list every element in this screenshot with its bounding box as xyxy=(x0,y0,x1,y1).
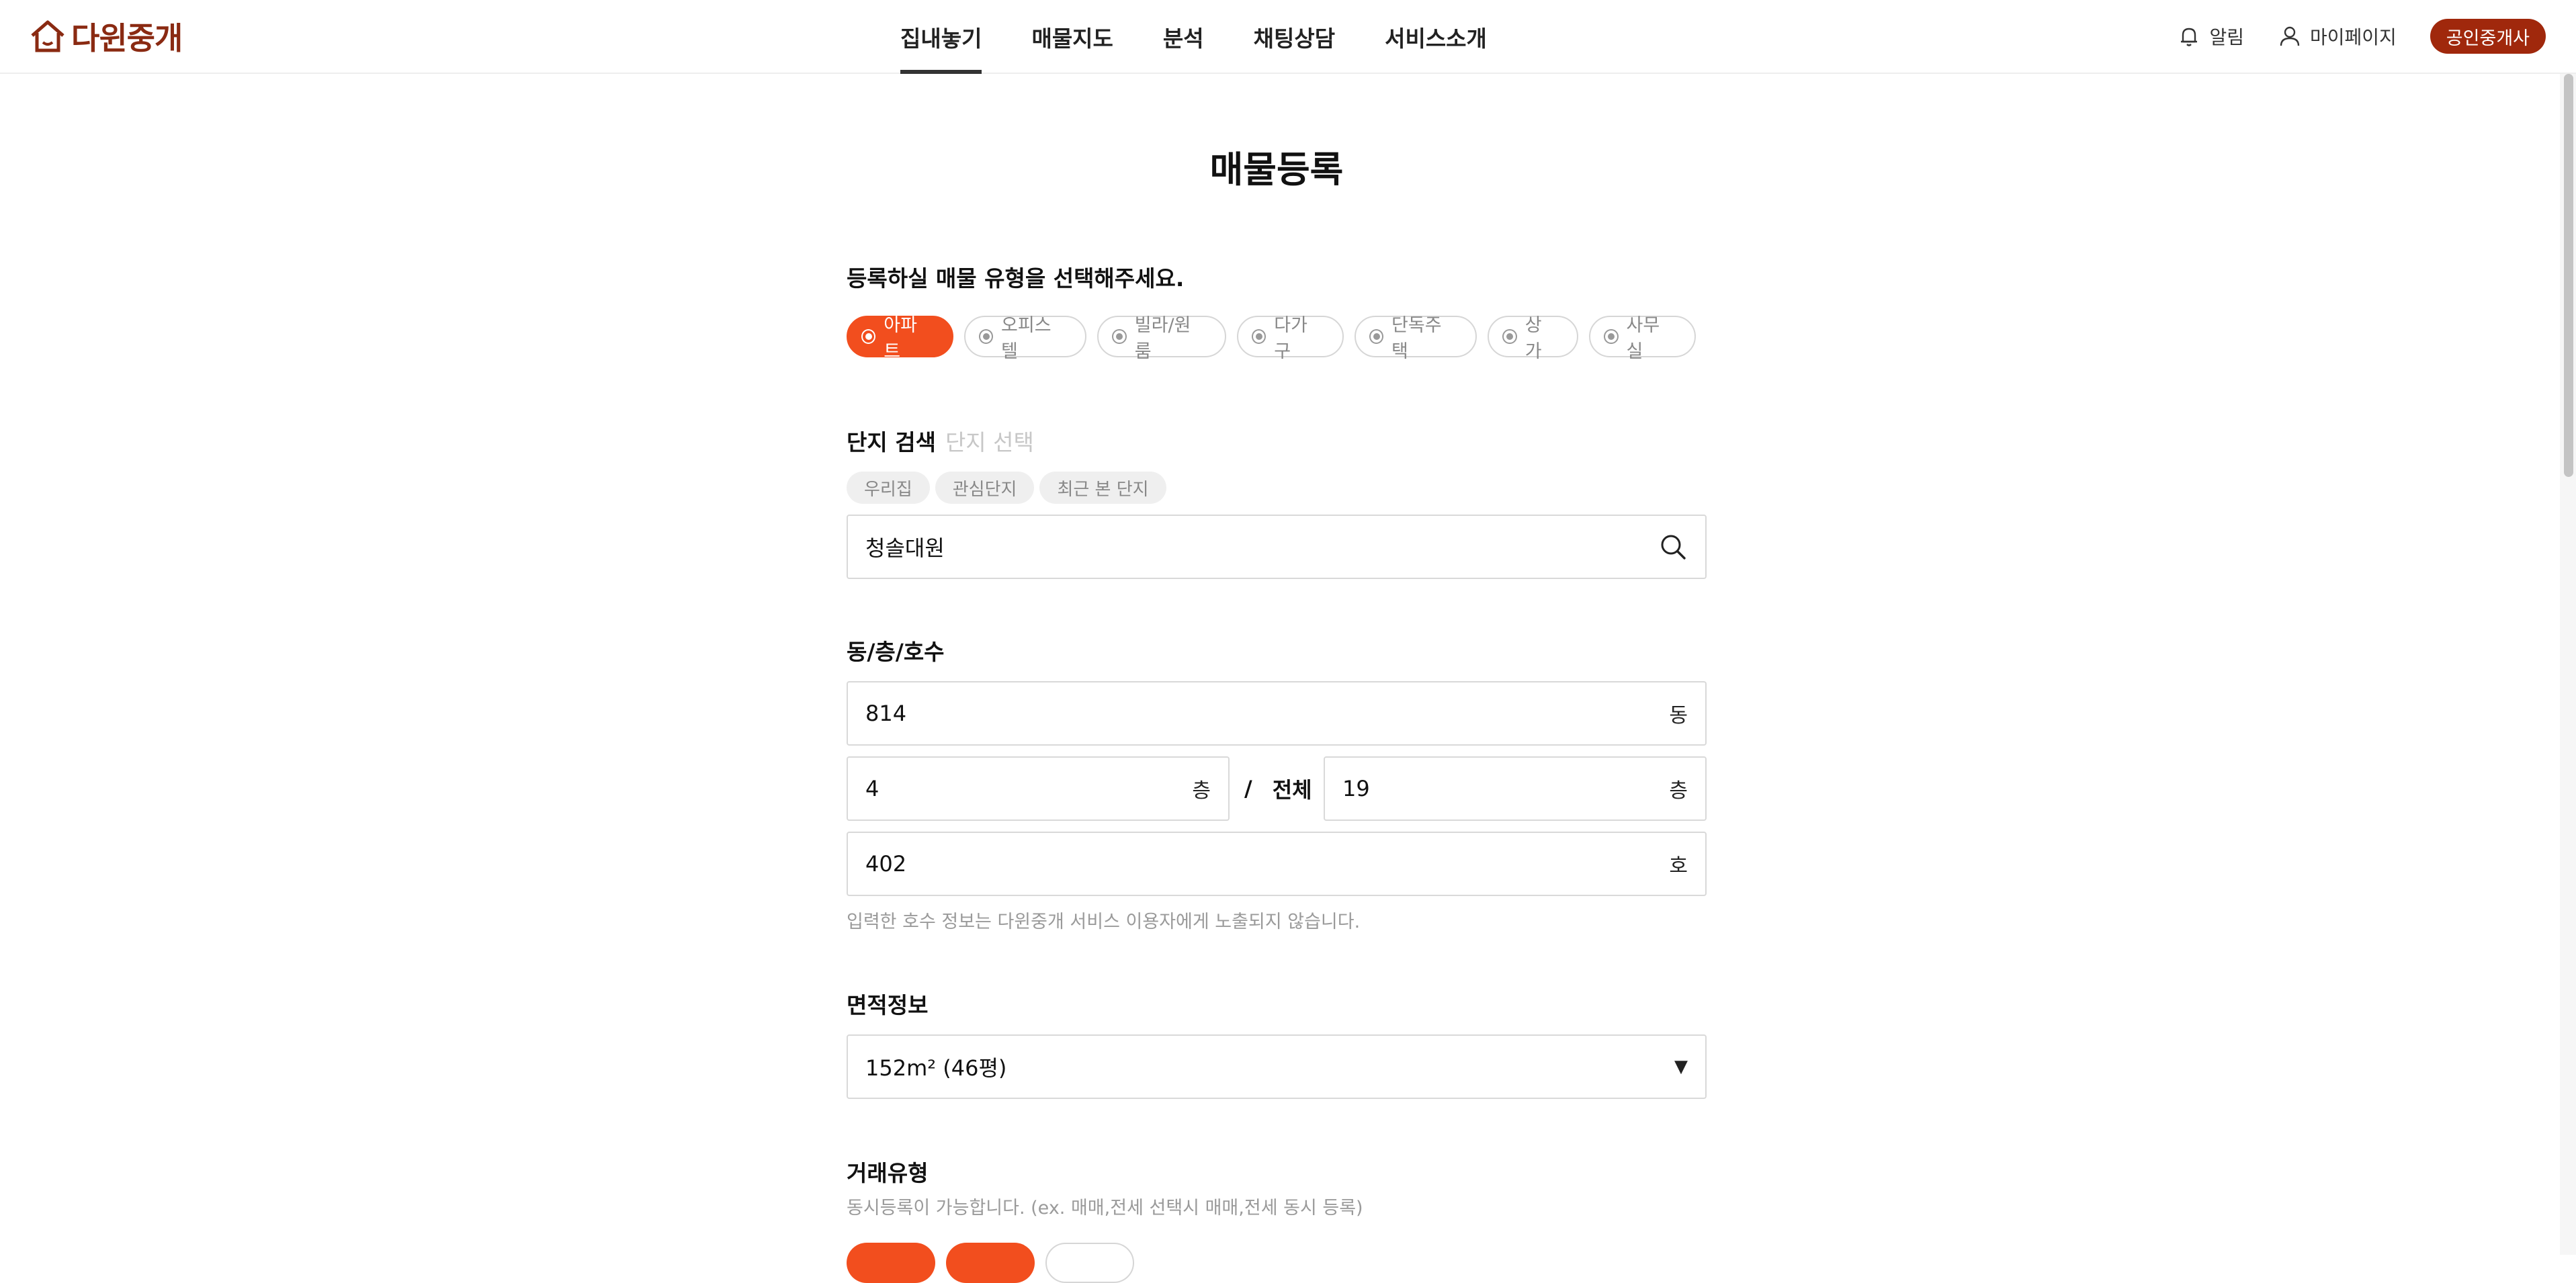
tag-my-home[interactable]: 우리집 xyxy=(847,472,930,504)
total-floors-field[interactable]: 19 층 xyxy=(1324,756,1707,821)
chevron-down-icon: ▼ xyxy=(1674,1057,1688,1077)
property-type-option-officetel[interactable]: 오피스텔 xyxy=(963,315,1087,362)
radio-icon xyxy=(1369,329,1384,344)
area-selected-value: 152m² (46평) xyxy=(865,1055,1007,1081)
complex-search-label: 단지 검색 단지 선택 xyxy=(847,425,1034,457)
total-floors-value: 19 xyxy=(1342,776,1370,801)
property-type-option-office[interactable]: 사무실 xyxy=(1589,315,1697,362)
deal-type-option-2[interactable] xyxy=(946,1243,1035,1283)
page-title: 매물등록 xyxy=(1209,148,1344,191)
property-type-label: 등록하실 매물 유형을 선택해주세요. xyxy=(847,265,1185,292)
property-type-option-label: 상가 xyxy=(1525,315,1542,362)
property-type-option-label: 아파트 xyxy=(884,315,917,362)
user-icon xyxy=(2280,26,2300,46)
tag-recent-complex[interactable]: 최근 본 단지 xyxy=(1039,472,1166,504)
nav-item-service-intro[interactable]: 서비스소개 xyxy=(1385,0,1487,74)
building-number-field[interactable]: 814 동 xyxy=(847,681,1707,746)
deal-type-option-1[interactable] xyxy=(847,1243,935,1283)
property-type-option-multi-family[interactable]: 다가구 xyxy=(1237,315,1344,362)
house-logo-icon xyxy=(31,20,65,52)
property-type-option-store[interactable]: 상가 xyxy=(1488,315,1579,362)
room-privacy-hint: 입력한 호수 정보는 다윈중개 서비스 이용자에게 노출되지 않습니다. xyxy=(847,912,1361,932)
utility-menu: 알림 마이페이지 공인중개사 xyxy=(2177,19,2546,54)
radio-icon xyxy=(1252,329,1266,344)
main-nav: 집내놓기 매물지도 분석 채팅상담 서비스소개 xyxy=(900,0,1537,74)
radio-icon xyxy=(861,329,876,344)
notification-label: 알림 xyxy=(2209,26,2244,48)
complex-search-input[interactable]: 청솔대원 xyxy=(847,515,1707,579)
property-type-option-label: 사무실 xyxy=(1626,315,1660,362)
property-type-option-label: 다가구 xyxy=(1274,315,1307,362)
room-unit-suffix: 호 xyxy=(1669,854,1688,878)
property-type-option-label: 빌라/원룸 xyxy=(1134,315,1191,362)
unit-info-label: 동/층/호수 xyxy=(847,639,945,665)
room-number-field[interactable]: 402 호 xyxy=(847,832,1707,896)
floor-unit-suffix: 층 xyxy=(1192,779,1211,803)
property-type-options: 아파트 오피스텔 빌라/원룸 다가구 단독주택 상가 사무실 xyxy=(847,315,1707,362)
floor-separator: / 전체 xyxy=(1244,756,1312,821)
nav-item-chat[interactable]: 채팅상담 xyxy=(1254,0,1335,74)
deal-type-option-3[interactable] xyxy=(1045,1243,1134,1283)
logo-text: 다윈중개 xyxy=(71,20,183,56)
scrollbar-thumb[interactable] xyxy=(2564,74,2573,477)
property-type-option-villa[interactable]: 빌라/원룸 xyxy=(1097,315,1226,362)
property-type-option-label: 오피스텔 xyxy=(1001,315,1051,362)
complex-select-hint: 단지 선택 xyxy=(945,429,1034,455)
logo[interactable]: 다윈중개 xyxy=(28,16,183,56)
tag-favorite-complex[interactable]: 관심단지 xyxy=(935,472,1035,504)
property-type-option-label: 단독주택 xyxy=(1391,315,1442,362)
building-unit-suffix: 동 xyxy=(1669,704,1688,727)
deal-type-hint: 동시등록이 가능합니다. (ex. 매매,전세 선택시 매매,전세 동시 등록) xyxy=(847,1198,1363,1219)
building-number-value: 814 xyxy=(865,701,907,726)
complex-search-title: 단지 검색 xyxy=(847,429,936,455)
agent-button[interactable]: 공인중개사 xyxy=(2430,19,2546,54)
radio-icon xyxy=(1112,329,1127,344)
bell-icon xyxy=(2181,28,2198,46)
floor-slash: / xyxy=(1244,776,1252,801)
floor-value: 4 xyxy=(865,776,879,801)
complex-quick-tags: 우리집 관심단지 최근 본 단지 xyxy=(847,472,1172,504)
total-floors-unit-suffix: 층 xyxy=(1669,779,1688,803)
top-navigation-bar: 다윈중개 집내놓기 매물지도 분석 채팅상담 서비스소개 알림 마이페이지 공인… xyxy=(0,0,2576,74)
mypage-label: 마이페이지 xyxy=(2309,26,2397,48)
property-type-option-apartment[interactable]: 아파트 xyxy=(847,315,953,362)
nav-item-analysis[interactable]: 분석 xyxy=(1163,0,1204,74)
complex-search-value: 청솔대원 xyxy=(865,535,945,561)
property-type-option-detached-house[interactable]: 단독주택 xyxy=(1354,315,1477,362)
scrollbar[interactable] xyxy=(2560,74,2576,1255)
room-number-value: 402 xyxy=(865,851,907,877)
search-icon[interactable] xyxy=(1658,532,1688,562)
notification-link[interactable]: 알림 xyxy=(2177,23,2244,50)
radio-icon xyxy=(978,329,994,344)
radio-icon xyxy=(1502,329,1517,344)
area-select[interactable]: 152m² (46평) ▼ xyxy=(847,1034,1707,1099)
nav-item-property-map[interactable]: 매물지도 xyxy=(1031,0,1113,74)
deal-type-label: 거래유형 xyxy=(847,1160,929,1186)
floor-field[interactable]: 4 층 xyxy=(847,756,1230,821)
total-floors-label: 전체 xyxy=(1272,777,1312,803)
mypage-link[interactable]: 마이페이지 xyxy=(2278,23,2397,50)
radio-icon xyxy=(1604,329,1619,344)
nav-item-list-property[interactable]: 집내놓기 xyxy=(900,0,982,74)
area-label: 면적정보 xyxy=(847,992,929,1018)
